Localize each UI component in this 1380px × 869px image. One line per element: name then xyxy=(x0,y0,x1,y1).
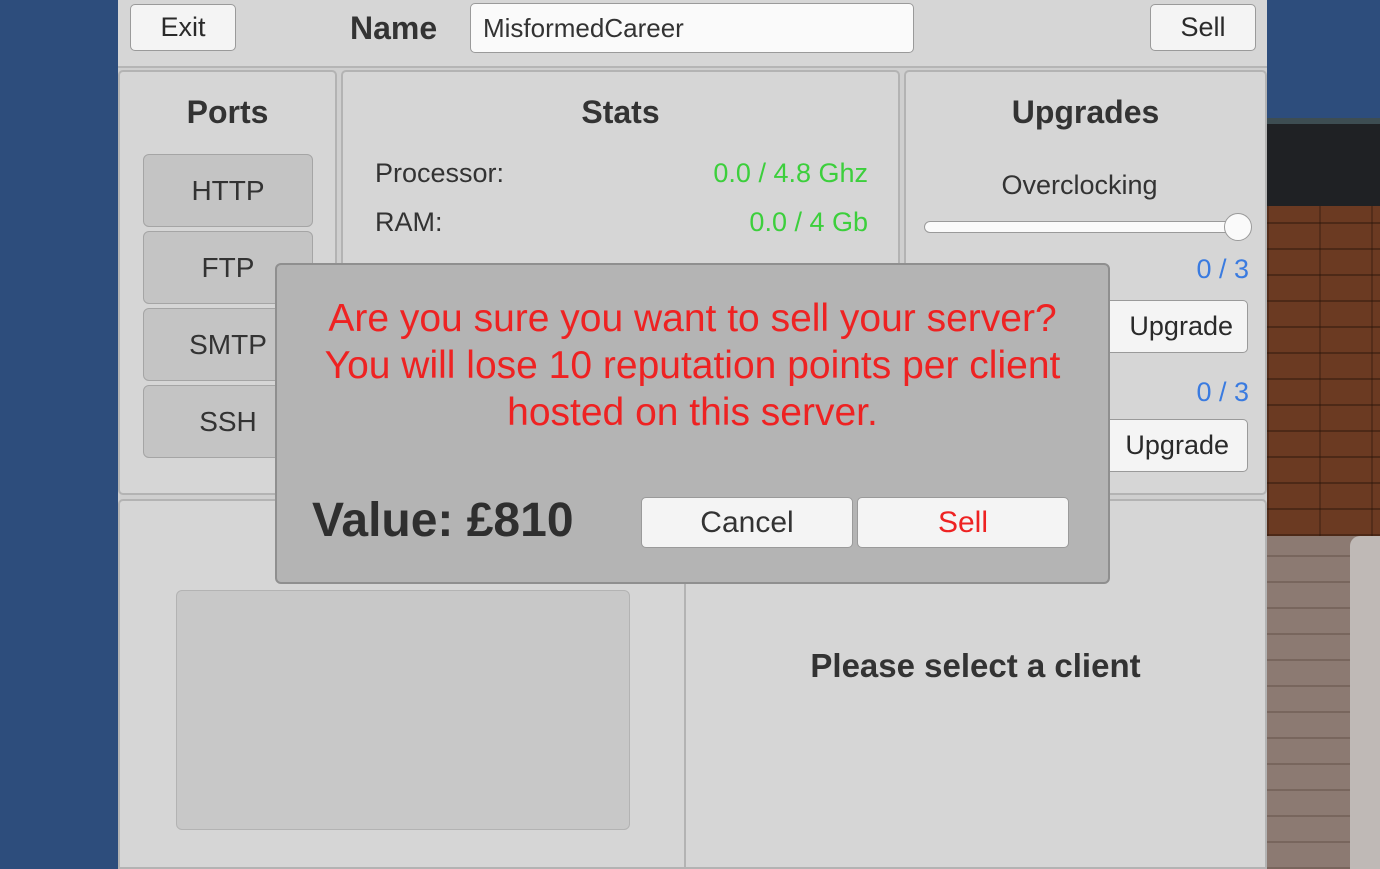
overclocking-slider-thumb[interactable] xyxy=(1224,213,1252,241)
upgrade-2-count: 0 / 3 xyxy=(1196,377,1249,407)
processor-value: 0.0 / 4.8 Ghz xyxy=(713,158,868,188)
confirm-sell-button[interactable]: Sell xyxy=(857,497,1069,548)
server-name-input[interactable] xyxy=(470,3,914,53)
upgrade-1-button[interactable]: Upgrade xyxy=(1086,300,1248,353)
name-label: Name xyxy=(350,10,438,46)
ports-title: Ports xyxy=(186,94,269,130)
client-list-box[interactable] xyxy=(176,590,630,830)
background-door xyxy=(1350,536,1380,869)
sell-confirm-dialog: Are you sure you want to sell your serve… xyxy=(275,263,1110,584)
upgrade-1-count: 0 / 3 xyxy=(1196,254,1249,284)
server-value: Value: £810 xyxy=(312,494,574,547)
overclocking-slider-track[interactable] xyxy=(924,221,1244,233)
stats-title: Stats xyxy=(581,94,660,130)
ram-value: 0.0 / 4 Gb xyxy=(749,207,868,237)
sell-server-button[interactable]: Sell xyxy=(1150,4,1256,51)
processor-label: Processor: xyxy=(375,158,505,188)
upgrade-2-button[interactable]: Upgrade xyxy=(1086,419,1248,472)
upgrades-title: Upgrades xyxy=(1011,94,1160,130)
background-roof xyxy=(1267,118,1380,212)
ram-label: RAM: xyxy=(375,207,443,237)
exit-button[interactable]: Exit xyxy=(130,4,236,51)
top-bar: Exit Name Sell xyxy=(118,0,1267,68)
cancel-button[interactable]: Cancel xyxy=(641,497,853,548)
overclocking-label: Overclocking xyxy=(1001,170,1158,200)
select-client-message: Please select a client xyxy=(810,647,1141,684)
port-http-button[interactable]: HTTP xyxy=(143,154,313,227)
sell-warning-message: Are you sure you want to sell your serve… xyxy=(324,297,1061,434)
background-brick-wall xyxy=(1267,206,1380,536)
